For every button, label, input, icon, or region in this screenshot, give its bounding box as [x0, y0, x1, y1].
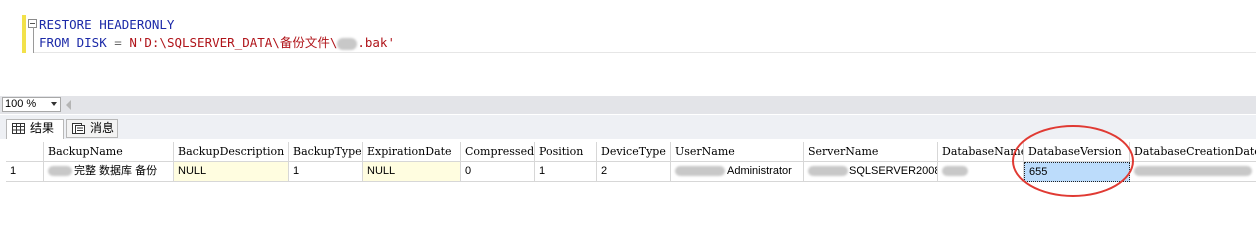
redacted-text [48, 166, 72, 177]
redacted-text [1134, 166, 1252, 177]
cell-devicetype[interactable]: 2 [597, 162, 671, 182]
editor-status-strip: 100 % [0, 96, 1256, 114]
column-header-username[interactable]: UserName [671, 142, 804, 162]
zoom-dropdown[interactable]: 100 % [2, 97, 61, 112]
cell-backupdescription[interactable]: NULL [174, 162, 289, 182]
cell-compressed[interactable]: 0 [461, 162, 535, 182]
chevron-down-icon [51, 102, 57, 106]
path-string-end: .bak' [357, 35, 395, 50]
column-header-backupname[interactable]: BackupName [44, 142, 174, 162]
keyword-from-disk: FROM DISK [39, 35, 107, 50]
path-string-start: N'D:\SQLSERVER_DATA\备份文件\ [129, 35, 338, 50]
tab-results[interactable]: 结果 [6, 119, 64, 139]
cell-backuptype[interactable]: 1 [289, 162, 363, 182]
tab-results-label: 结果 [30, 121, 55, 135]
tab-messages[interactable]: 消息 [66, 119, 118, 138]
code-line-1[interactable]: RESTORE HEADERONLY [39, 16, 174, 34]
cell-backupname-text: 完整 数据库 备份 [74, 165, 158, 177]
scroll-left-icon[interactable] [66, 100, 71, 110]
zoom-value: 100 % [5, 98, 37, 110]
cell-databasename[interactable] [938, 162, 1024, 182]
column-header-compressed[interactable]: Compressed [461, 142, 535, 162]
column-header-expirationdate[interactable]: ExpirationDate [363, 142, 461, 162]
column-header-servername[interactable]: ServerName [804, 142, 938, 162]
code-line-2[interactable]: FROM DISK = N'D:\SQLSERVER_DATA\备份文件\ .ba… [39, 34, 395, 52]
cell-expirationdate[interactable]: NULL [363, 162, 461, 182]
query-editor[interactable]: RESTORE HEADERONLY FROM DISK = N'D:\SQLS… [0, 0, 1256, 96]
message-icon [72, 123, 85, 134]
outline-line [33, 27, 34, 53]
cell-username-text: Administrator [727, 165, 792, 177]
current-line-indicator [34, 52, 1256, 53]
column-header-backupdescription[interactable]: BackupDescription [174, 142, 289, 162]
change-indicator-bar [22, 15, 26, 53]
row-number[interactable]: 1 [6, 162, 44, 182]
cell-backupname[interactable]: 完整 数据库 备份 [44, 162, 174, 182]
cell-username[interactable]: Administrator [671, 162, 804, 182]
tab-messages-label: 消息 [90, 121, 115, 135]
row-header-corner[interactable] [6, 142, 44, 162]
editor-margin [0, 0, 22, 96]
cell-databasecreationdate[interactable] [1130, 162, 1256, 182]
cell-position[interactable]: 1 [535, 162, 597, 182]
equals-operator: = [106, 35, 130, 50]
redacted-text [675, 166, 725, 177]
redacted-text [942, 166, 968, 177]
keyword-restore-headeronly: RESTORE HEADERONLY [39, 17, 175, 32]
redacted-text [808, 166, 848, 177]
column-header-databasecreationdate[interactable]: DatabaseCreationDate [1130, 142, 1256, 162]
column-header-backuptype[interactable]: BackupType [289, 142, 363, 162]
annotation-circle [1012, 125, 1134, 197]
redacted-filename [337, 37, 358, 50]
column-header-devicetype[interactable]: DeviceType [597, 142, 671, 162]
cell-servername[interactable]: SQLSERVER2008 [804, 162, 938, 182]
cell-servername-text: SQLSERVER2008 [849, 165, 938, 177]
grid-icon [12, 123, 25, 134]
column-header-position[interactable]: Position [535, 142, 597, 162]
